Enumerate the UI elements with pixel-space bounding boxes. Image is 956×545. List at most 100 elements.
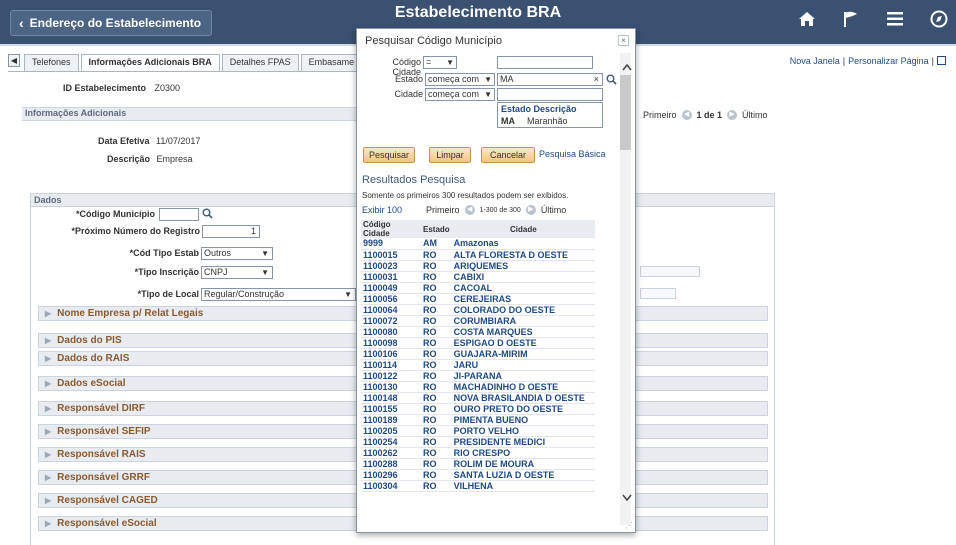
cell-cidade[interactable]: MACHADINHO D OESTE: [451, 381, 595, 393]
cell-estado[interactable]: RO: [421, 414, 452, 426]
cell-estado[interactable]: RO: [421, 260, 452, 272]
tab-informacoes-adicionais[interactable]: Informações Adicionais BRA: [80, 54, 220, 71]
cell-codigo[interactable]: 1100023: [361, 260, 421, 272]
cidade-operator[interactable]: começa com ▼: [425, 88, 495, 101]
chevron-down-icon[interactable]: [622, 491, 632, 505]
table-row[interactable]: 1100064 RO COLORADO DO OESTE: [361, 304, 595, 316]
table-row[interactable]: 1100189 RO PIMENTA BUENO: [361, 414, 595, 426]
pager-last[interactable]: Último: [742, 110, 768, 120]
scrollbar-thumb[interactable]: [620, 75, 631, 150]
cell-codigo[interactable]: 1100130: [361, 381, 421, 393]
next-icon[interactable]: ▶: [525, 205, 536, 215]
table-row[interactable]: 1100122 RO JI-PARANA: [361, 370, 595, 382]
cell-codigo[interactable]: 1100304: [361, 480, 421, 492]
chevron-up-icon[interactable]: [622, 60, 632, 74]
cell-codigo[interactable]: 1100072: [361, 315, 421, 327]
cell-estado[interactable]: RO: [421, 469, 452, 481]
table-row[interactable]: 9999 AM Amazonas: [361, 238, 595, 250]
cell-codigo[interactable]: 1100049: [361, 282, 421, 294]
pager-first[interactable]: Primeiro: [643, 110, 677, 120]
col-estado[interactable]: Estado: [421, 220, 452, 238]
tab-detalhes-fpas[interactable]: Detalhes FPAS: [221, 54, 299, 71]
tab-telefones[interactable]: Telefones: [24, 54, 79, 71]
navigation-icon[interactable]: [928, 8, 950, 30]
table-row[interactable]: 1100023 RO ARIQUEMES: [361, 260, 595, 272]
basic-search-link[interactable]: Pesquisa Básica: [539, 149, 606, 159]
table-row[interactable]: 1100049 RO CACOAL: [361, 282, 595, 294]
cell-cidade[interactable]: ALTA FLORESTA D OESTE: [451, 249, 595, 261]
cell-cidade[interactable]: CACOAL: [451, 282, 595, 294]
cell-codigo[interactable]: 1100080: [361, 326, 421, 338]
table-row[interactable]: 1100288 RO ROLIM DE MOURA: [361, 458, 595, 470]
results-last[interactable]: Último: [541, 205, 567, 215]
close-icon[interactable]: ×: [618, 35, 629, 46]
cell-cidade[interactable]: SANTA LUZIA D OESTE: [451, 469, 595, 481]
cell-cidade[interactable]: JI-PARANA: [451, 370, 595, 382]
cell-cidade[interactable]: OURO PRETO DO OESTE: [451, 403, 595, 415]
cell-codigo[interactable]: 1100296: [361, 469, 421, 481]
suggest-item[interactable]: MA Maranhão: [498, 115, 602, 127]
tipo-local-select[interactable]: Regular/Construção ▼: [201, 288, 356, 301]
cell-codigo[interactable]: 1100155: [361, 403, 421, 415]
col-codigo[interactable]: Código Cidade: [361, 220, 421, 238]
table-row[interactable]: 1100155 RO OURO PRETO DO OESTE: [361, 403, 595, 415]
cell-estado[interactable]: RO: [421, 304, 452, 316]
prev-icon[interactable]: ◀: [464, 205, 475, 215]
cell-cidade[interactable]: ROLIM DE MOURA: [451, 458, 595, 470]
table-row[interactable]: 1100304 RO VILHENA: [361, 480, 595, 492]
results-first[interactable]: Primeiro: [426, 205, 460, 215]
search-icon[interactable]: [202, 208, 213, 222]
home-icon[interactable]: [796, 8, 818, 30]
cidade-input[interactable]: [497, 88, 603, 101]
cell-estado[interactable]: RO: [421, 403, 452, 415]
cell-estado[interactable]: RO: [421, 381, 452, 393]
cell-estado[interactable]: RO: [421, 458, 452, 470]
cell-cidade[interactable]: CORUMBIARA: [451, 315, 595, 327]
cell-estado[interactable]: RO: [421, 315, 452, 327]
cell-estado[interactable]: RO: [421, 293, 452, 305]
tab-embasamento[interactable]: Embasame: [300, 54, 363, 71]
cell-estado[interactable]: RO: [421, 282, 452, 294]
cell-estado[interactable]: RO: [421, 447, 452, 459]
cell-estado[interactable]: RO: [421, 425, 452, 437]
table-row[interactable]: 1100262 RO RIO CRESPO: [361, 447, 595, 459]
personalize-link[interactable]: Personalizar Página: [848, 56, 929, 66]
cell-estado[interactable]: RO: [421, 326, 452, 338]
cell-codigo[interactable]: 1100262: [361, 447, 421, 459]
show-100-link[interactable]: Exibir 100: [362, 205, 402, 215]
cell-cidade[interactable]: RIO CRESPO: [451, 447, 595, 459]
cell-cidade[interactable]: COLORADO DO OESTE: [451, 304, 595, 316]
prev-icon[interactable]: ◀: [681, 110, 692, 120]
cell-codigo[interactable]: 1100114: [361, 359, 421, 371]
tipo-inscricao-select[interactable]: CNPJ ▼: [201, 266, 273, 279]
codigo-cidade-input[interactable]: [497, 56, 593, 69]
table-row[interactable]: 1100031 RO CABIXI: [361, 271, 595, 283]
cell-cidade[interactable]: VILHENA: [451, 480, 595, 492]
cell-cidade[interactable]: PRESIDENTE MEDICI: [451, 436, 595, 448]
cell-estado[interactable]: RO: [421, 271, 452, 283]
table-row[interactable]: 1100130 RO MACHADINHO D OESTE: [361, 381, 595, 393]
estado-input[interactable]: MA ×: [497, 73, 603, 86]
cell-codigo[interactable]: 1100056: [361, 293, 421, 305]
cell-cidade[interactable]: ESPIGAO D OESTE: [451, 337, 595, 349]
clear-button[interactable]: Limpar: [429, 147, 471, 163]
col-cidade[interactable]: Cidade: [451, 220, 595, 238]
cell-codigo[interactable]: 1100122: [361, 370, 421, 382]
cell-cidade[interactable]: CEREJEIRAS: [451, 293, 595, 305]
grid-icon[interactable]: [937, 56, 946, 65]
cell-cidade[interactable]: ARIQUEMES: [451, 260, 595, 272]
estado-operator[interactable]: começa com ▼: [425, 73, 495, 86]
menu-icon[interactable]: [884, 8, 906, 30]
cell-estado[interactable]: RO: [421, 348, 452, 360]
cell-codigo[interactable]: 1100288: [361, 458, 421, 470]
cell-estado[interactable]: RO: [421, 249, 452, 261]
cell-cidade[interactable]: NOVA BRASILANDIA D OESTE: [451, 392, 595, 404]
table-row[interactable]: 1100254 RO PRESIDENTE MEDICI: [361, 436, 595, 448]
cell-cidade[interactable]: COSTA MARQUES: [451, 326, 595, 338]
cell-cidade[interactable]: JARU: [451, 359, 595, 371]
cell-cidade[interactable]: CABIXI: [451, 271, 595, 283]
table-row[interactable]: 1100114 RO JARU: [361, 359, 595, 371]
cell-codigo[interactable]: 1100064: [361, 304, 421, 316]
cell-cidade[interactable]: PIMENTA BUENO: [451, 414, 595, 426]
resize-handle-icon[interactable]: ⋰: [625, 521, 633, 530]
